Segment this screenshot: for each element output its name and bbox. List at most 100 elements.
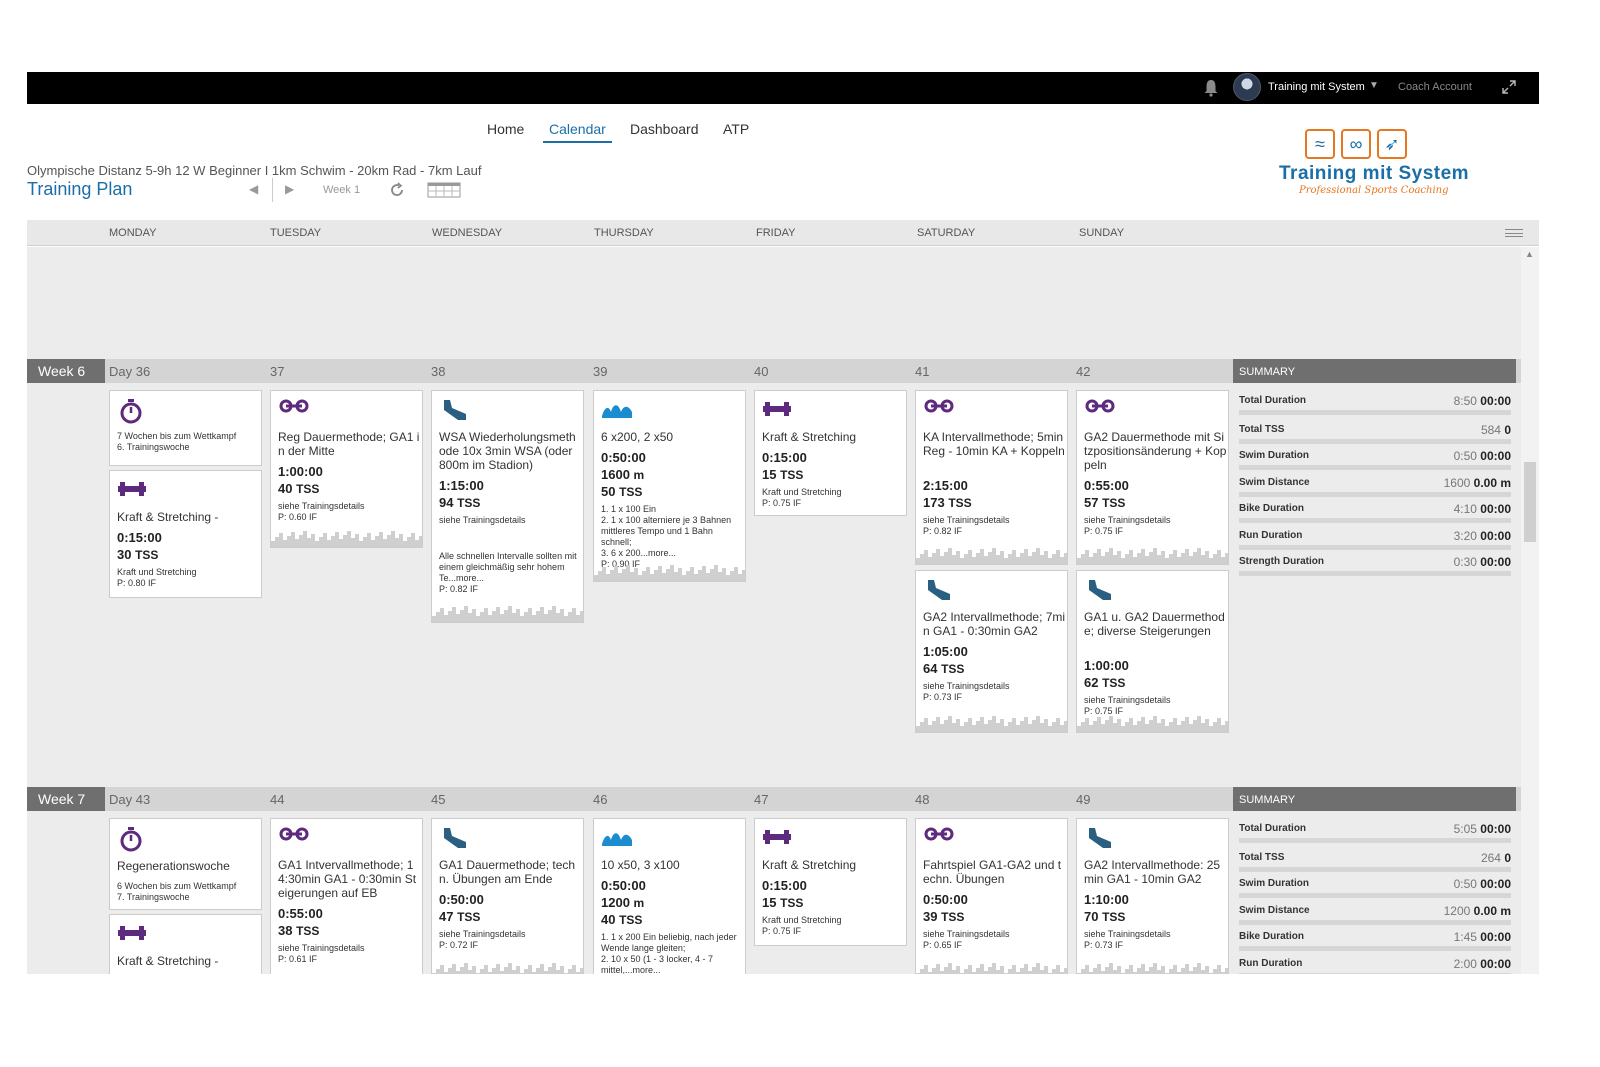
actual-value: 00:00 <box>1480 957 1511 971</box>
intensity-graph <box>432 604 583 622</box>
summary-value: 0:30 00:00 <box>1454 555 1511 569</box>
workout-card[interactable]: GA1 Intvervallmethode; 14:30min GA1 - 0:… <box>270 818 423 974</box>
tss-value: 173 <box>923 495 945 510</box>
workout-card[interactable]: GA2 Intervallmethode: 25min GA1 - 10min … <box>1076 818 1229 974</box>
summary-key: Run Duration <box>1239 530 1303 541</box>
tss-unit: TSS <box>941 910 965 924</box>
stopwatch-icon <box>118 826 144 852</box>
workout-card[interactable]: WSA Wiederholungsmethode 10x 3min WSA (o… <box>431 390 584 623</box>
calendar-icon[interactable] <box>427 180 461 198</box>
next-week-icon[interactable]: ▶ <box>285 182 294 196</box>
workout-card[interactable]: Kraft & Stretching - 0:15:00 30 TSS Kraft u… <box>109 470 262 598</box>
distance-unit: m <box>633 468 645 482</box>
menu-icon[interactable] <box>1505 229 1523 237</box>
workout-card[interactable]: GA2 Intervallmethode; 7min GA1 - 0:30min… <box>915 570 1068 733</box>
intensity-graph <box>1077 714 1228 732</box>
workout-card[interactable]: GA1 u. GA2 Dauermethode; diverse Steiger… <box>1076 570 1229 733</box>
card-title: GA1 Dauermethode; techn. Übungen am Ende <box>439 858 576 886</box>
workout-card[interactable]: 7 Wochen bis zum Wettkampf 6. Trainingsw… <box>109 390 262 466</box>
tab-calendar[interactable]: Calendar <box>543 121 612 143</box>
planned-value: 1200 <box>1443 904 1471 918</box>
actual-value: 00:00 <box>1480 877 1511 891</box>
tss-value: 62 <box>1084 675 1099 690</box>
card-title: GA1 Intvervallmethode; 14:30min GA1 - 0:… <box>278 858 417 900</box>
planned-value: 1600 <box>1443 476 1471 490</box>
workout-card[interactable]: Kraft & Stretching 0:15:00 15 TSS Kraft und… <box>754 390 907 516</box>
summary-key: Swim Distance <box>1239 477 1310 488</box>
weekday-header: MONDAY TUESDAY WEDNESDAY THURSDAY FRIDAY… <box>27 220 1539 246</box>
day-number: 39 <box>593 364 608 379</box>
chevron-down-icon[interactable]: ▼ <box>1369 80 1379 91</box>
planned-value: 0:30 <box>1453 555 1477 569</box>
summary-row: Run Duration 2:00 00:00 <box>1239 957 1511 974</box>
bike-icon <box>279 398 309 420</box>
day-number: Day 36 <box>109 364 151 379</box>
card-title: KA Intervallmethode; 5min Reg - 10min KA… <box>923 430 1065 458</box>
card-title: Fahrtspiel GA1-GA2 und techn. Übungen <box>923 858 1062 886</box>
refresh-icon[interactable] <box>389 182 405 198</box>
card-tss: 47 TSS <box>439 909 480 924</box>
user-name[interactable]: Training mit System <box>1268 81 1365 93</box>
card-tss: 173 TSS <box>923 495 972 510</box>
coach-account-link[interactable]: Coach Account <box>1398 81 1472 93</box>
summary-progress-bar <box>1239 893 1511 898</box>
scroll-up-icon[interactable]: ▲ <box>1525 249 1534 259</box>
swim-icon <box>602 398 632 420</box>
workout-card[interactable]: Fahrtspiel GA1-GA2 und techn. Übungen 0:5… <box>915 818 1068 974</box>
card-tss: 94 TSS <box>439 495 480 510</box>
workout-card[interactable]: Reg Dauermethode; GA1 in der Mitte 1:00:0… <box>270 390 423 548</box>
tss-unit: TSS <box>948 496 972 510</box>
bell-icon[interactable] <box>1203 79 1219 97</box>
workout-card[interactable]: Kraft & Stretching 0:15:00 15 TSS Kraft und… <box>754 818 907 946</box>
card-duration: 1:05:00 <box>923 644 968 659</box>
day-number: 48 <box>915 792 930 807</box>
card-duration: 0:50:00 <box>601 878 646 893</box>
workout-card[interactable]: GA1 Dauermethode; techn. Übungen am Ende… <box>431 818 584 974</box>
brand-logo: ≈ ∞ ➶ Training mit System Professional S… <box>1277 125 1477 197</box>
day-number: 49 <box>1076 792 1091 807</box>
day-number: 44 <box>270 792 285 807</box>
summary-row: Swim Duration 0:50 00:00 <box>1239 449 1511 470</box>
workout-card[interactable]: Kraft & Stretching -0:15:0015 TSSKraft u… <box>109 914 262 974</box>
summary-row: Total Duration 5:05 00:00 <box>1239 822 1511 843</box>
prev-week-icon[interactable]: ◀ <box>249 182 258 196</box>
app-window: Training mit System ▼ Coach Account Home… <box>27 72 1539 974</box>
workout-card[interactable]: GA2 Dauermethode mit Sitzpositionsänderu… <box>1076 390 1229 565</box>
card-title: Kraft & Stretching - <box>117 510 219 524</box>
workout-card[interactable]: KA Intervallmethode; 5min Reg - 10min KA… <box>915 390 1068 565</box>
card-title: Reg Dauermethode; GA1 in der Mitte <box>278 430 420 458</box>
week-selector[interactable]: Week 1 <box>323 184 360 196</box>
tab-atp[interactable]: ATP <box>723 121 749 141</box>
tss-value: 30 <box>117 547 132 562</box>
actual-value: 0.00 m <box>1473 476 1511 490</box>
avatar[interactable] <box>1233 73 1261 101</box>
tss-unit: TSS <box>1102 496 1126 510</box>
week-label[interactable]: Week 6 <box>27 359 105 383</box>
day-number: 41 <box>915 364 930 379</box>
card-duration: 0:15:00 <box>762 450 807 465</box>
tab-dashboard[interactable]: Dashboard <box>630 121 699 141</box>
card-tss: 39 TSS <box>923 909 964 924</box>
actual-value: 0 <box>1504 851 1511 865</box>
summary-progress-bar <box>1239 571 1511 576</box>
workout-card[interactable]: Regenerationswoche 6 Wochen bis zum Wettk… <box>109 818 262 910</box>
week-label[interactable]: Week 7 <box>27 787 105 811</box>
bike-logo-icon: ∞ <box>1341 129 1371 159</box>
workout-card[interactable]: 10 x50, 3 x100 0:50:00 1200 m 40 TSS 1. 1 x … <box>593 818 746 974</box>
card-detail: siehe Trainingsdetails P: 0.65 IF <box>923 929 1010 950</box>
tab-home[interactable]: Home <box>487 121 524 141</box>
card-tss: 15 TSS <box>762 467 803 482</box>
scrollbar-thumb[interactable] <box>1524 462 1536 542</box>
intensity-graph <box>1077 546 1228 564</box>
workout-card[interactable]: 6 x200, 2 x50 0:50:00 1600 m 50 TSS 1. 1 x 1… <box>593 390 746 582</box>
expand-icon[interactable] <box>1501 79 1517 95</box>
summary-progress-bar <box>1239 867 1511 872</box>
card-tss: 50 TSS <box>601 484 642 499</box>
tss-unit: TSS <box>457 496 481 510</box>
run-logo-icon: ➶ <box>1377 129 1407 159</box>
tss-value: 57 <box>1084 495 1099 510</box>
scrollbar[interactable]: ▲ <box>1521 247 1539 974</box>
card-tss: 70 TSS <box>1084 909 1125 924</box>
run-shoe-icon <box>1085 826 1111 848</box>
summary-row: Strength Duration 0:30 00:00 <box>1239 555 1511 576</box>
